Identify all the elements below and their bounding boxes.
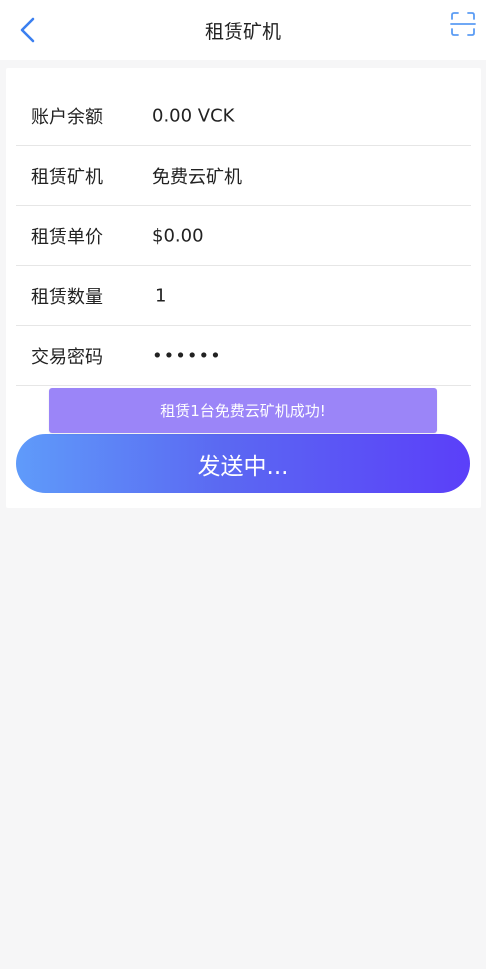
balance-value: 0.00 VCK [152, 105, 235, 126]
miner-label: 租赁矿机 [31, 166, 103, 188]
header-bar: 租赁矿机 [0, 0, 486, 60]
password-label: 交易密码 [31, 346, 103, 368]
quantity-row: 租赁数量 1 [16, 266, 471, 326]
miner-value[interactable]: 免费云矿机 [152, 163, 452, 189]
balance-row: 账户余额 0.00 VCK [16, 86, 471, 146]
success-toast: 租赁1台免费云矿机成功! [49, 388, 437, 433]
unit-price-value: $0.00 [152, 225, 204, 246]
send-button[interactable]: 发送中... [16, 434, 470, 493]
unit-price-row: 租赁单价 $0.00 [16, 206, 471, 266]
quantity-input[interactable]: 1 [155, 285, 455, 306]
quantity-label: 租赁数量 [31, 286, 103, 308]
unit-price-label: 租赁单价 [31, 226, 103, 248]
password-input[interactable]: •••••• [152, 345, 452, 366]
scan-button[interactable] [449, 10, 477, 38]
password-row: 交易密码 •••••• [16, 326, 471, 386]
page-title: 租赁矿机 [204, 21, 281, 43]
scan-icon [450, 12, 476, 36]
balance-label: 账户余额 [31, 106, 103, 128]
miner-row[interactable]: 租赁矿机 免费云矿机 [16, 146, 471, 206]
